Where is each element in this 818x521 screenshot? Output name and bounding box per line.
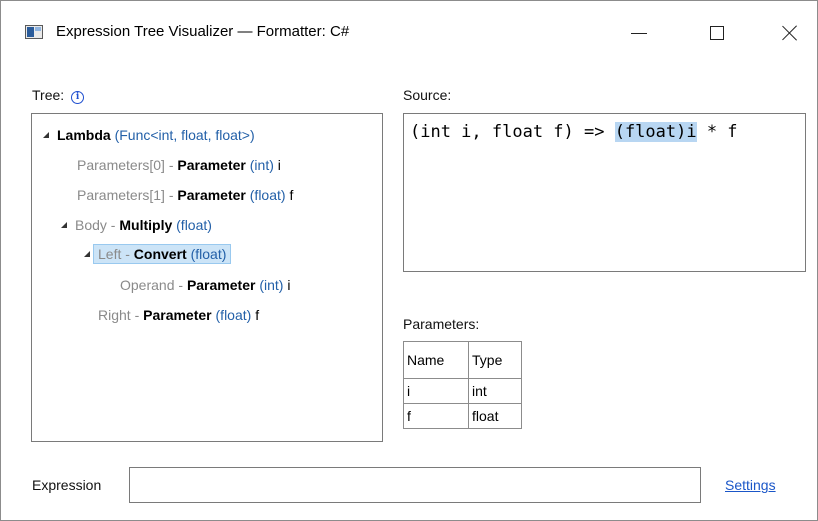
expression-tree-view[interactable]: Lambda (Func<int, float, float>) Paramet… [31, 113, 383, 442]
node-kind: Parameter [143, 307, 212, 323]
node-kind: Multiply [119, 217, 173, 233]
node-prefix: Right - [98, 307, 144, 323]
node-prefix: Left - [98, 246, 134, 262]
info-icon[interactable]: i [71, 91, 85, 104]
node-kind: Parameter [177, 187, 246, 203]
node-kind: Parameter [186, 277, 256, 293]
selected-node-highlight[interactable]: Left - Convert (float) [93, 244, 232, 264]
tree-node-operand[interactable]: Operand - Parameter (int) i [120, 276, 290, 294]
node-type: (Func<int, float, float>) [114, 127, 255, 143]
table-row[interactable]: i int [403, 378, 522, 404]
app-window-icon [25, 25, 43, 39]
cell-type[interactable]: float [468, 403, 522, 429]
node-type: (float) [190, 246, 227, 262]
tree-label: Tree: [32, 87, 65, 103]
minimize-icon [631, 32, 647, 34]
tree-node-parameter-0[interactable]: Parameters[0] - Parameter (int) i [77, 156, 281, 174]
node-kind: Parameter [177, 157, 246, 173]
source-code-highlight: (float)i [614, 122, 697, 142]
parameters-table[interactable]: Name Type i int f float [403, 341, 522, 429]
table-row[interactable]: f float [403, 403, 522, 429]
node-name: i [287, 277, 291, 293]
node-type: (float) [249, 187, 286, 203]
node-name: f [289, 187, 294, 203]
collapse-arrow-icon[interactable] [43, 132, 49, 138]
parameters-label: Parameters: [403, 316, 480, 332]
tree-node-lambda[interactable]: Lambda (Func<int, float, float>) [43, 126, 255, 144]
node-type: (int) [259, 277, 284, 293]
window-title: Expression Tree Visualizer — Formatter: … [56, 23, 350, 40]
settings-link[interactable]: Settings [725, 477, 776, 494]
node-prefix: Parameters[1] - [77, 187, 178, 203]
node-name: i [277, 157, 281, 173]
node-name: f [255, 307, 260, 323]
expression-label: Expression [32, 477, 102, 493]
node-prefix: Operand - [120, 277, 187, 293]
maximize-icon [710, 26, 724, 40]
tree-label-group: Tree: i [32, 87, 85, 104]
source-code-before: (int i, float f) => [410, 122, 615, 142]
tree-node-right[interactable]: Right - Parameter (float) f [98, 306, 259, 324]
node-type: (int) [249, 157, 274, 173]
tree-node-body[interactable]: Body - Multiply (float) [61, 216, 212, 234]
tree-node-left-convert[interactable]: Left - Convert (float) [84, 244, 232, 264]
expression-input[interactable] [129, 467, 701, 503]
node-type: (float) [176, 217, 212, 233]
node-prefix: Parameters[0] - [77, 157, 178, 173]
column-header-name[interactable]: Name [403, 341, 469, 379]
node-kind: Lambda [57, 127, 111, 143]
collapse-arrow-icon[interactable] [61, 222, 67, 228]
source-label: Source: [403, 87, 452, 103]
cell-type[interactable]: int [468, 378, 522, 404]
visualizer-window: Expression Tree Visualizer — Formatter: … [0, 0, 818, 521]
minimize-button[interactable] [616, 15, 662, 51]
close-button[interactable] [767, 15, 813, 51]
close-icon [782, 25, 798, 41]
source-code-after: * f [696, 122, 738, 142]
cell-name[interactable]: i [403, 378, 469, 404]
node-type: (float) [215, 307, 252, 323]
maximize-button[interactable] [694, 15, 740, 51]
tree-node-parameter-1[interactable]: Parameters[1] - Parameter (float) f [77, 186, 293, 204]
node-prefix: Body - [75, 217, 120, 233]
source-code-view[interactable]: (int i, float f) => (float)i * f [403, 113, 806, 272]
cell-name[interactable]: f [403, 403, 469, 429]
table-header-row: Name Type [403, 341, 522, 379]
source-code-text[interactable]: (int i, float f) => (float)i * f [410, 120, 738, 144]
collapse-arrow-icon[interactable] [84, 251, 90, 257]
node-kind: Convert [133, 246, 187, 262]
title-bar[interactable]: Expression Tree Visualizer — Formatter: … [1, 1, 817, 53]
column-header-type[interactable]: Type [468, 341, 522, 379]
